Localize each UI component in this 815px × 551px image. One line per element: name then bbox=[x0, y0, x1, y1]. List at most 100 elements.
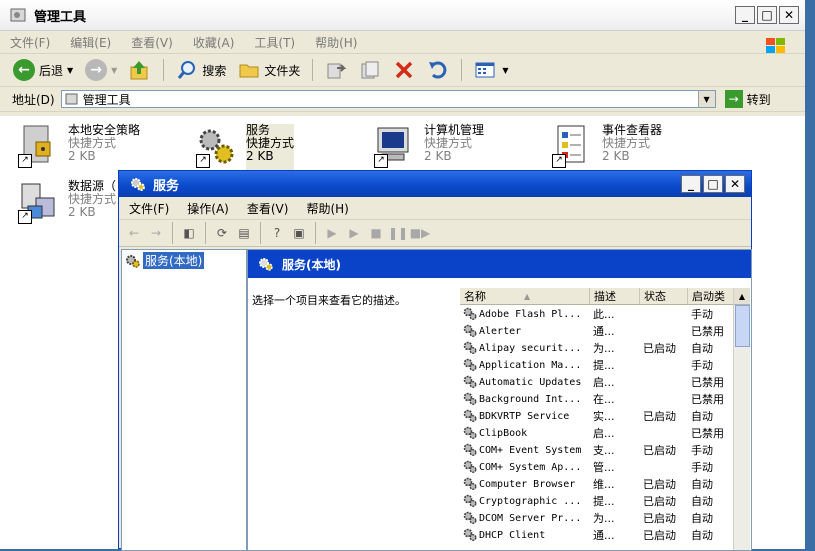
up-folder-button[interactable] bbox=[126, 57, 154, 83]
file-item-computer-management[interactable]: ↗ 计算机管理 快捷方式 2 KB bbox=[374, 124, 549, 174]
minimize-button[interactable]: _ bbox=[681, 175, 701, 193]
table-row[interactable]: Application Ma... 提... 手动 bbox=[460, 356, 750, 373]
menu-file[interactable]: 文件(F) bbox=[10, 34, 50, 51]
table-row[interactable]: COM+ System Ap... 管... 手动 bbox=[460, 458, 750, 475]
service-startup-cell: 已禁用 bbox=[691, 375, 724, 389]
restart-service-icon[interactable]: ■▶ bbox=[410, 225, 431, 241]
menu-action[interactable]: 操作(A) bbox=[187, 200, 229, 217]
menu-view[interactable]: 查看(V) bbox=[247, 200, 289, 217]
service-description-cell: 为... bbox=[593, 341, 615, 355]
scroll-thumb[interactable] bbox=[735, 305, 750, 347]
service-description-cell: 提... bbox=[593, 494, 615, 508]
table-row[interactable]: Background Int... 在... 已禁用 bbox=[460, 390, 750, 407]
close-button[interactable]: ✕ bbox=[779, 6, 799, 24]
file-item-size: 2 KB bbox=[68, 205, 96, 219]
services-gear-icon bbox=[259, 258, 273, 271]
menu-view[interactable]: 查看(V) bbox=[131, 34, 173, 51]
toolbar-separator bbox=[260, 222, 261, 244]
file-item-event-viewer[interactable]: ↗ 事件查看器 快捷方式 2 KB bbox=[552, 124, 727, 174]
move-to-button[interactable] bbox=[322, 57, 350, 83]
table-row[interactable]: COM+ Event System 支... 已启动 手动 bbox=[460, 441, 750, 458]
tree-item-services-local[interactable]: 服务(本地) bbox=[122, 250, 246, 271]
close-button[interactable]: ✕ bbox=[725, 175, 745, 193]
service-name-cell: Computer Browser bbox=[460, 477, 590, 491]
table-row[interactable]: Alerter 通... 已禁用 bbox=[460, 322, 750, 339]
move-to-icon bbox=[327, 63, 347, 79]
services-table: 名称 ▲ 描述 状态 启动类 Adobe Flash Pl... 此... 手动 Ale… bbox=[460, 288, 750, 550]
address-dropdown-icon[interactable]: ▼ bbox=[697, 91, 715, 107]
explorer-title-bar[interactable]: 管理工具 _ □ ✕ bbox=[0, 0, 805, 31]
show-hide-tree-icon[interactable]: ◧ bbox=[180, 225, 198, 241]
table-vertical-scrollbar[interactable]: ▲ bbox=[733, 288, 750, 550]
table-row[interactable]: Automatic Updates 启... 已禁用 bbox=[460, 373, 750, 390]
start-service-icon[interactable]: ▶ bbox=[323, 225, 341, 241]
column-header-name[interactable]: 名称 ▲ bbox=[460, 288, 590, 304]
service-startup-cell: 自动 bbox=[691, 409, 713, 423]
back-arrow-icon[interactable]: ← bbox=[125, 225, 143, 241]
address-input[interactable]: 管理工具 ▼ bbox=[60, 90, 716, 108]
admin-tools-small-icon bbox=[65, 93, 78, 105]
table-row[interactable]: DCOM Server Pr... 为... 已启动 自动 bbox=[460, 509, 750, 526]
menu-help[interactable]: 帮助(H) bbox=[306, 200, 348, 217]
service-name-cell: Alerter bbox=[460, 324, 590, 338]
shortcut-arrow-icon: ↗ bbox=[374, 154, 388, 168]
forward-arrow-icon[interactable]: → bbox=[147, 225, 165, 241]
service-startup-cell: 自动 bbox=[691, 477, 713, 491]
properties-icon[interactable]: ▣ bbox=[290, 225, 308, 241]
admin-tools-icon bbox=[10, 8, 26, 22]
service-gear-icon bbox=[463, 307, 477, 320]
service-description-cell: 通... bbox=[593, 528, 615, 542]
file-item-size: 2 KB bbox=[602, 149, 630, 163]
export-list-icon[interactable]: ▤ bbox=[235, 225, 253, 241]
column-header-description[interactable]: 描述 bbox=[590, 288, 640, 304]
scroll-up-icon[interactable]: ▲ bbox=[734, 288, 750, 305]
menu-favorites[interactable]: 收藏(A) bbox=[193, 34, 235, 51]
table-row[interactable]: Alipay securit... 为... 已启动 自动 bbox=[460, 339, 750, 356]
table-row[interactable]: DHCP Client 通... 已启动 自动 bbox=[460, 526, 750, 543]
table-row[interactable]: Computer Browser 维... 已启动 自动 bbox=[460, 475, 750, 492]
file-item-services[interactable]: ↗ 服务 快捷方式 2 KB bbox=[196, 124, 371, 174]
refresh-icon[interactable]: ⟳ bbox=[213, 225, 231, 241]
service-gear-icon bbox=[463, 324, 477, 337]
minimize-button[interactable]: _ bbox=[735, 6, 755, 24]
service-status-cell: 已启动 bbox=[643, 494, 676, 508]
forward-dropdown-icon[interactable]: ▼ bbox=[111, 66, 117, 75]
menu-help[interactable]: 帮助(H) bbox=[315, 34, 357, 51]
stop-service-icon[interactable]: ■ bbox=[367, 225, 385, 241]
maximize-button[interactable]: □ bbox=[757, 6, 777, 24]
table-row[interactable]: Adobe Flash Pl... 此... 手动 bbox=[460, 305, 750, 322]
service-status-cell: 已启动 bbox=[643, 341, 676, 355]
service-startup-cell: 自动 bbox=[691, 341, 713, 355]
undo-button[interactable] bbox=[424, 57, 452, 83]
service-startup-cell: 自动 bbox=[691, 511, 713, 525]
views-button[interactable]: ▼ bbox=[471, 57, 511, 83]
help-icon[interactable]: ? bbox=[268, 225, 286, 241]
service-name-cell: ClipBook bbox=[460, 426, 590, 440]
table-row[interactable]: ClipBook 启... 已禁用 bbox=[460, 424, 750, 441]
search-button[interactable]: 搜索 bbox=[173, 57, 229, 83]
services-title-bar[interactable]: 服务 _ □ ✕ bbox=[119, 171, 751, 197]
copy-to-button[interactable] bbox=[356, 57, 384, 83]
go-button[interactable]: → 转到 bbox=[722, 89, 774, 109]
back-arrow-icon: ← bbox=[13, 59, 35, 81]
folders-button[interactable]: 文件夹 bbox=[235, 57, 303, 83]
table-row[interactable]: BDKVRTP Service 实... 已启动 自动 bbox=[460, 407, 750, 424]
folders-label: 文件夹 bbox=[264, 63, 301, 78]
folders-icon bbox=[239, 64, 259, 78]
back-button[interactable]: ← 后退 ▼ bbox=[10, 57, 76, 83]
service-name-cell: Automatic Updates bbox=[460, 375, 590, 389]
menu-edit[interactable]: 编辑(E) bbox=[70, 34, 111, 51]
file-item-local-security-policy[interactable]: ↗ 本地安全策略 快捷方式 2 KB bbox=[18, 124, 193, 174]
pause-service-icon[interactable]: ❚❚ bbox=[388, 225, 408, 241]
menu-file[interactable]: 文件(F) bbox=[129, 200, 169, 217]
column-header-status[interactable]: 状态 bbox=[640, 288, 688, 304]
table-row[interactable]: Cryptographic ... 提... 已启动 自动 bbox=[460, 492, 750, 509]
forward-button[interactable]: → ▼ bbox=[82, 57, 120, 83]
delete-button[interactable] bbox=[390, 57, 418, 83]
back-dropdown-icon[interactable]: ▼ bbox=[67, 66, 73, 75]
start-service-alt-icon[interactable]: ▶ bbox=[345, 225, 363, 241]
maximize-button[interactable]: □ bbox=[703, 175, 723, 193]
menu-tools[interactable]: 工具(T) bbox=[254, 34, 295, 51]
services-detail-pane: 服务(本地) 选择一个项目来查看它的描述。 名称 ▲ 描述 状态 启动类 Adob… bbox=[247, 249, 752, 551]
column-header-startup-type[interactable]: 启动类 bbox=[688, 288, 734, 304]
